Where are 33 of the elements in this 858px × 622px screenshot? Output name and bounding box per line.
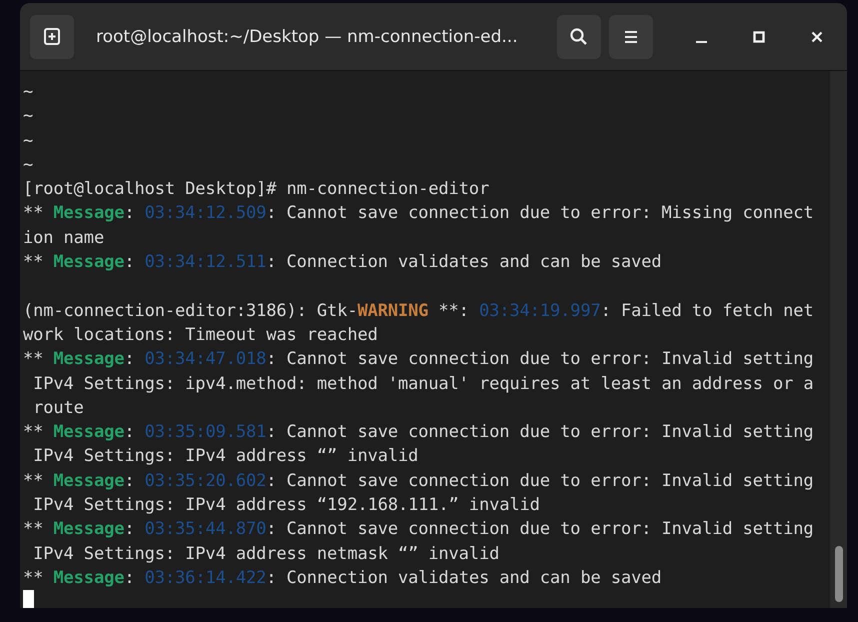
new-tab-icon: [42, 26, 62, 46]
scrollbar-thumb[interactable]: [834, 546, 842, 602]
terminal-line: IPv4 Settings: IPv4 address “” invalid: [32, 445, 420, 468]
terminal-line: IPv4 Settings: IPv4 address “192.168.111.” invalid: [32, 494, 541, 518]
menu-button[interactable]: [609, 14, 653, 58]
terminal-line: work locations: Timeout was reached: [23, 324, 379, 347]
terminal-line: (nm-connection-editor:3186): Gtk-WARNING **: 03:34:19.997: Failed to fetch net: [23, 300, 815, 323]
terminal-line: ** Message: 03:35:09.581: Cannot save connection due to error: Invalid setting: [23, 421, 815, 444]
terminal-line: ** Message: 03:36:14.422: Connection validates and can be saved: [23, 566, 663, 590]
terminal-line: ** Message: 03:35:44.870: Cannot save connection due to error: Invalid setting: [23, 518, 815, 542]
terminal-line: ion name: [23, 226, 106, 250]
new-tab-button[interactable]: [30, 14, 74, 58]
terminal-line: ~: [23, 105, 34, 128]
terminal-line: ** Message: 03:34:47.018: Cannot save connection due to error: Invalid setting: [23, 348, 815, 372]
terminal-line: ~: [23, 154, 34, 177]
terminal-line: ** Message: 03:34:12.511: Connection validates and can be saved: [23, 251, 663, 274]
search-icon: [569, 26, 589, 46]
terminal-line: route: [32, 396, 85, 420]
search-button[interactable]: [557, 14, 601, 58]
maximize-icon: [753, 30, 765, 42]
close-icon: [811, 30, 823, 42]
terminal-line: IPv4 Settings: ipv4.method: method 'manual' requires at least an address or a: [32, 372, 815, 396]
terminal-line: [root@localhost Desktop]# nm-connection-editor: [23, 178, 490, 202]
terminal-line: ~: [23, 130, 34, 153]
minimize-icon: [696, 40, 706, 42]
text-cursor: [23, 590, 34, 608]
menu-icon: [623, 30, 639, 44]
terminal-line: ** Message: 03:35:20.602: Cannot save connection due to error: Invalid setting: [23, 470, 815, 493]
terminal-line: ** Message: 03:34:12.509: Cannot save connection due to error: Missing connect: [23, 202, 815, 226]
window-title: root@localhost:~/Desktop — nm-connection-ed...: [96, 26, 519, 46]
scrollbar[interactable]: [830, 71, 847, 608]
terminal-line: IPv4 Settings: IPv4 address netmask “” invalid: [32, 542, 500, 566]
terminal-line: ~: [23, 81, 34, 104]
